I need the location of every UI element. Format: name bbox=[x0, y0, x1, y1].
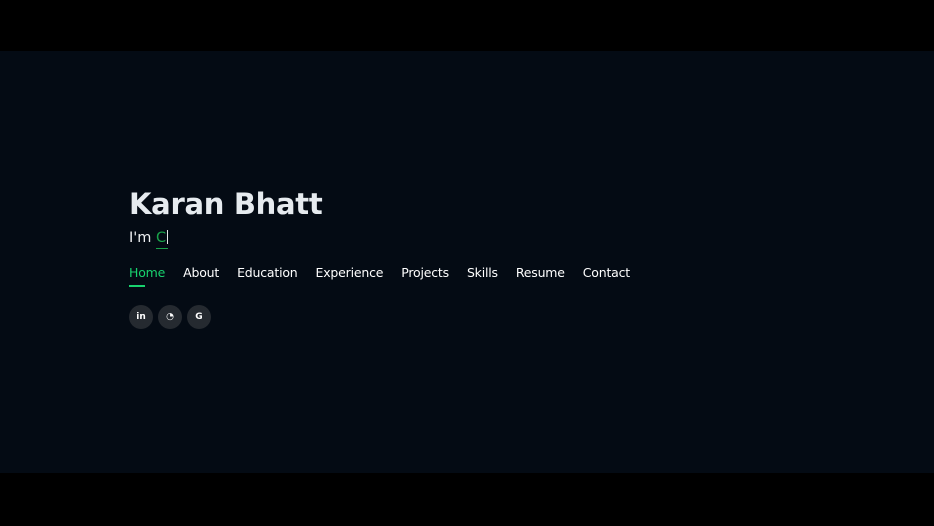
typed-text-value: C bbox=[156, 230, 167, 246]
hero-tagline: I'm C bbox=[129, 228, 648, 249]
nav-resume[interactable]: Resume bbox=[516, 265, 565, 281]
hero-content: Karan Bhatt I'm C Home About Education E… bbox=[129, 184, 648, 329]
typed-text: C bbox=[156, 230, 169, 249]
nav-projects[interactable]: Projects bbox=[401, 265, 449, 281]
linkedin-link[interactable]: in bbox=[129, 305, 153, 329]
letterbox-top bbox=[0, 0, 934, 51]
nav-about[interactable]: About bbox=[183, 265, 219, 281]
nav-contact[interactable]: Contact bbox=[583, 265, 630, 281]
social-links: in ◔ G bbox=[129, 305, 648, 329]
github-link[interactable]: ◔ bbox=[158, 305, 182, 329]
main-nav: Home About Education Experience Projects… bbox=[129, 265, 648, 287]
nav-education[interactable]: Education bbox=[237, 265, 298, 281]
linkedin-icon: in bbox=[136, 311, 146, 322]
hero-name: Karan Bhatt bbox=[129, 187, 323, 221]
github-icon: ◔ bbox=[166, 311, 174, 322]
nav-home[interactable]: Home bbox=[129, 265, 165, 287]
letterbox-bottom bbox=[0, 473, 934, 526]
typing-cursor bbox=[167, 230, 169, 244]
google-link[interactable]: G bbox=[187, 305, 211, 329]
tagline-prefix: I'm bbox=[129, 230, 156, 246]
nav-experience[interactable]: Experience bbox=[316, 265, 384, 281]
hero-section: Karan Bhatt I'm C Home About Education E… bbox=[0, 51, 934, 473]
google-icon: G bbox=[195, 311, 203, 322]
nav-skills[interactable]: Skills bbox=[467, 265, 498, 281]
